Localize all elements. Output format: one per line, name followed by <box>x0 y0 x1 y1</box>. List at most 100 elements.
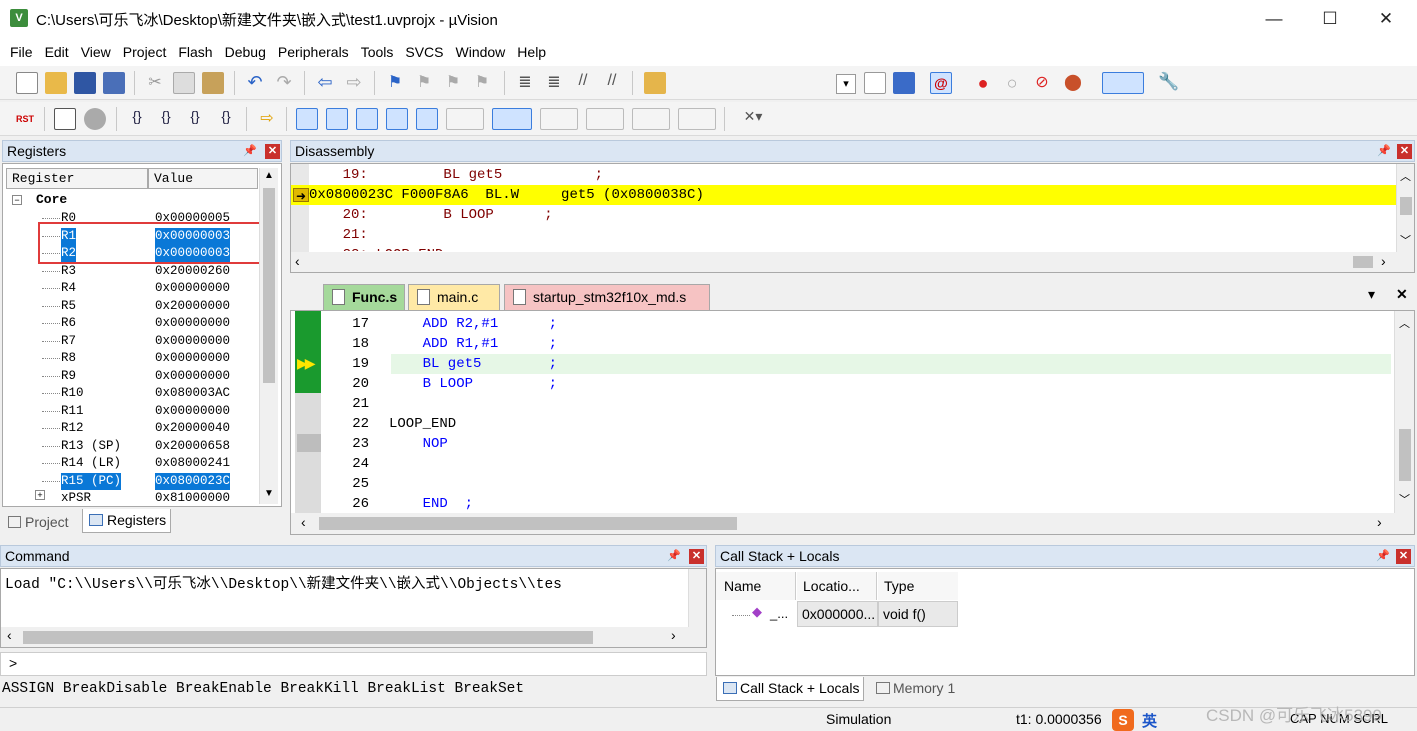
save-all-icon[interactable] <box>103 72 125 94</box>
editor-hscrollbar[interactable]: ‹ › <box>291 513 1414 534</box>
register-row[interactable]: R13 (SP) 0x20000658 <box>8 438 258 455</box>
scroll-right-icon[interactable]: › <box>671 627 676 643</box>
unindent-icon[interactable]: ≣ <box>543 72 565 94</box>
open-folder-icon[interactable] <box>45 72 67 94</box>
step-over-icon[interactable]: {} <box>155 108 177 130</box>
register-value[interactable]: 0x20000260 <box>155 263 230 280</box>
scroll-left-icon[interactable]: ‹ <box>7 627 12 643</box>
register-value[interactable]: 0x81000000 <box>155 490 230 507</box>
scroll-down-icon[interactable]: ﹀ <box>1400 232 1411 248</box>
register-value[interactable]: 0x00000000 <box>155 368 230 385</box>
scroll-right-icon[interactable]: › <box>1377 514 1382 530</box>
code-line[interactable]: 18 ADD R1,#1 ; <box>319 334 1389 354</box>
menu-window[interactable]: Window <box>450 38 512 66</box>
register-value[interactable]: 0x20000658 <box>155 438 230 455</box>
col-location[interactable]: Locatio... <box>797 572 877 600</box>
core-group-label[interactable]: Core <box>36 192 67 207</box>
undo-icon[interactable]: ↶ <box>244 72 266 94</box>
comment-icon[interactable]: // <box>572 72 594 94</box>
settings-wrench-icon[interactable]: 🔧 <box>1158 72 1180 94</box>
tab-startup-s[interactable]: startup_stm32f10x_md.s <box>504 284 710 310</box>
paste-icon[interactable] <box>202 72 224 94</box>
run-icon[interactable] <box>54 108 76 130</box>
menu-tools[interactable]: Tools <box>355 38 400 66</box>
register-value[interactable]: 0x080003AC <box>155 385 230 402</box>
register-value[interactable]: 0x20000040 <box>155 420 230 437</box>
scroll-right-icon[interactable]: › <box>1381 253 1386 269</box>
scroll-down-icon[interactable]: ﹀ <box>1399 491 1410 507</box>
menu-svcs[interactable]: SVCS <box>399 38 449 66</box>
trace-window-icon[interactable] <box>632 108 670 130</box>
next-bookmark-icon[interactable]: ⚑ <box>442 72 464 94</box>
new-file-icon[interactable] <box>16 72 38 94</box>
close-panel-icon[interactable]: ✕ <box>689 549 704 564</box>
source-editor[interactable]: ▶▶ 17 ADD R2,#1 ; 18 ADD R1,#1 ; 19 BL get… <box>290 310 1415 535</box>
save-icon[interactable] <box>74 72 96 94</box>
menu-debug[interactable]: Debug <box>219 38 272 66</box>
configure-icon[interactable] <box>893 72 915 94</box>
command-vscrollbar[interactable] <box>688 569 706 627</box>
registers-window-icon[interactable] <box>386 108 408 130</box>
callstack-row-location[interactable]: 0x000000... <box>797 601 878 627</box>
register-value[interactable]: 0x20000000 <box>155 298 230 315</box>
copy-icon[interactable] <box>173 72 195 94</box>
code-line[interactable]: 26 END ; <box>319 494 1389 514</box>
menu-file[interactable]: File <box>4 38 39 66</box>
col-name[interactable]: Name <box>716 572 796 600</box>
register-value[interactable]: 0x00000000 <box>155 315 230 332</box>
disassembly-hscrollbar[interactable]: ‹ › <box>291 252 1414 272</box>
symbols-window-icon[interactable] <box>356 108 378 130</box>
command-input[interactable]: > <box>0 652 707 676</box>
register-row[interactable]: R3 0x20000260 <box>8 263 258 280</box>
maximize-button[interactable]: ☐ <box>1302 0 1358 38</box>
tab-func-s[interactable]: Func.s <box>323 284 405 310</box>
scroll-left-icon[interactable]: ‹ <box>301 514 306 530</box>
system-viewer-icon[interactable] <box>678 108 716 130</box>
code-line[interactable]: 23 NOP <box>319 434 1389 454</box>
register-row[interactable]: R9 0x00000000 <box>8 368 258 385</box>
clear-bookmarks-icon[interactable]: ⚑ <box>471 72 493 94</box>
register-value[interactable]: 0x0800023C <box>155 472 231 490</box>
register-row[interactable]: R7 0x00000000 <box>8 333 258 350</box>
pin-icon[interactable]: 📌 <box>243 144 257 158</box>
collapse-core-icon[interactable]: − <box>12 195 22 205</box>
scroll-thumb[interactable] <box>319 517 737 530</box>
register-row[interactable]: R8 0x00000000 <box>8 350 258 367</box>
call-stack-window-icon[interactable] <box>416 108 438 130</box>
register-row[interactable]: R14 (LR) 0x08000241 <box>8 455 258 472</box>
prev-bookmark-icon[interactable]: ⚑ <box>413 72 435 94</box>
scroll-left-icon[interactable]: ‹ <box>295 253 300 269</box>
col-register[interactable]: Register <box>6 168 148 189</box>
disassembly-window-icon[interactable] <box>326 108 348 130</box>
register-value[interactable]: 0x00000000 <box>155 403 230 420</box>
toolbox-icon[interactable]: ✕▾ <box>734 108 772 130</box>
code-line[interactable]: 22 LOOP_END <box>319 414 1389 434</box>
code-line[interactable]: 25 <box>319 474 1389 494</box>
tab-memory[interactable]: Memory 1 <box>870 677 959 701</box>
pin-icon[interactable]: 📌 <box>667 549 681 563</box>
serial-window-icon[interactable] <box>540 108 578 130</box>
disassembly-vscrollbar[interactable]: ︿ ﹀ <box>1396 164 1414 252</box>
scroll-thumb[interactable] <box>23 631 593 644</box>
tab-callstack[interactable]: Call Stack + Locals <box>716 677 865 701</box>
register-row[interactable]: R5 0x20000000 <box>8 298 258 315</box>
stop-icon[interactable] <box>84 108 106 130</box>
register-row[interactable]: R15 (PC) 0x0800023C <box>8 472 258 490</box>
close-panel-icon[interactable]: ✕ <box>1397 144 1412 159</box>
tab-list-chevron-icon[interactable]: ▾ <box>1368 286 1375 303</box>
command-output[interactable]: Load "C:\\Users\\可乐飞冰\\Desktop\\新建文件夹\\嵌… <box>0 568 707 648</box>
disassembly-view[interactable]: ➜ 19: BL get5 ; 0x0800023C F000F8A6 BL.W… <box>290 163 1415 273</box>
register-row[interactable]: R12 0x20000040 <box>8 420 258 437</box>
register-value[interactable]: 0x00000000 <box>155 350 230 367</box>
browse-icon[interactable] <box>864 72 886 94</box>
scroll-down-icon[interactable]: ▼ <box>264 488 274 499</box>
disasm-line-current[interactable]: 0x0800023C F000F8A6 BL.W get5 (0x0800038… <box>309 185 1396 205</box>
insert-breakpoint-icon[interactable]: ● <box>972 72 994 94</box>
kill-breakpoints-icon[interactable]: ⬤ <box>1062 72 1084 94</box>
disasm-line[interactable]: 20: B LOOP ; <box>309 205 1396 225</box>
nav-back-icon[interactable]: ⇦ <box>314 72 336 94</box>
run-to-cursor-icon[interactable]: {} <box>215 108 237 130</box>
menu-project[interactable]: Project <box>117 38 173 66</box>
scroll-up-icon[interactable]: ▲ <box>264 170 274 181</box>
scroll-thumb[interactable] <box>1400 197 1412 215</box>
